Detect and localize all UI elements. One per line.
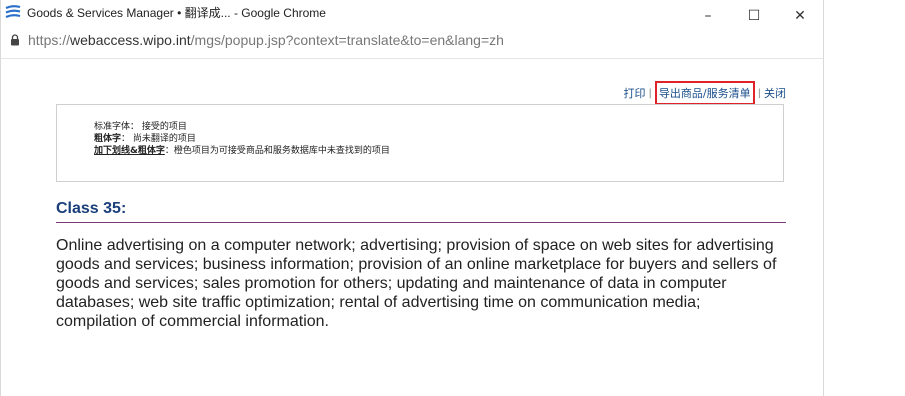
url-scheme: https:// [28,32,71,48]
page-content: 打印 | 导出商品/服务清单 | 关闭 标准字体： 接受的项目 粗体字： 尚未翻… [1,59,823,396]
lock-icon [11,34,19,46]
legend-bold-text: ： 尚未翻译的项目 [121,134,196,144]
title-bar[interactable]: Goods & Services Manager • 翻译成... - Goog… [1,0,823,34]
address-bar[interactable]: https://webaccess.wipo.int/mgs/popup.jsp… [1,32,823,59]
link-separator: | [757,87,761,99]
legend-underline-text: ：橙色项目为可接受商品和服务数据库中未查找到的项目 [164,146,390,156]
legend-box: 标准字体： 接受的项目 粗体字： 尚未翻译的项目 加下划线&粗体字：橙色项目为可… [56,104,784,182]
legend-bold-label: 粗体字 [94,134,122,144]
url-text[interactable]: https://webaccess.wipo.int/mgs/popup.jsp… [28,32,504,48]
browser-window: Goods & Services Manager • 翻译成... - Goog… [0,0,824,396]
link-separator: | [648,87,652,99]
wipo-app-icon [5,5,21,19]
desktop-background [824,0,905,396]
legend-row-standard: 标准字体： 接受的项目 [94,122,187,132]
url-path: /mgs/popup.jsp?context=translate&to=en&l… [190,32,504,48]
export-highlight-box: 导出商品/服务清单 [654,81,755,105]
legend-underline-label: 加下划线&粗体字 [94,146,165,156]
minimize-button[interactable]: – [685,0,731,34]
export-list-link[interactable]: 导出商品/服务清单 [659,87,751,100]
print-link[interactable]: 打印 [624,85,646,101]
window-title: Goods & Services Manager • 翻译成... - Goog… [27,5,326,20]
url-host: webaccess.wipo.int [70,32,191,48]
top-links: 打印 | 导出商品/服务清单 | 关闭 [624,81,786,105]
close-link[interactable]: 关闭 [764,85,786,101]
class-heading: Class 35: [56,200,786,223]
legend-row-underline-bold: 加下划线&粗体字：橙色项目为可接受商品和服务数据库中未查找到的项目 [94,145,783,157]
close-window-button[interactable]: ✕ [777,0,823,34]
maximize-button[interactable]: ☐ [731,0,777,34]
window-controls: – ☐ ✕ [685,0,823,34]
legend-row-bold: 粗体字： 尚未翻译的项目 [94,133,783,145]
class-description: Online advertising on a computer network… [56,237,777,330]
